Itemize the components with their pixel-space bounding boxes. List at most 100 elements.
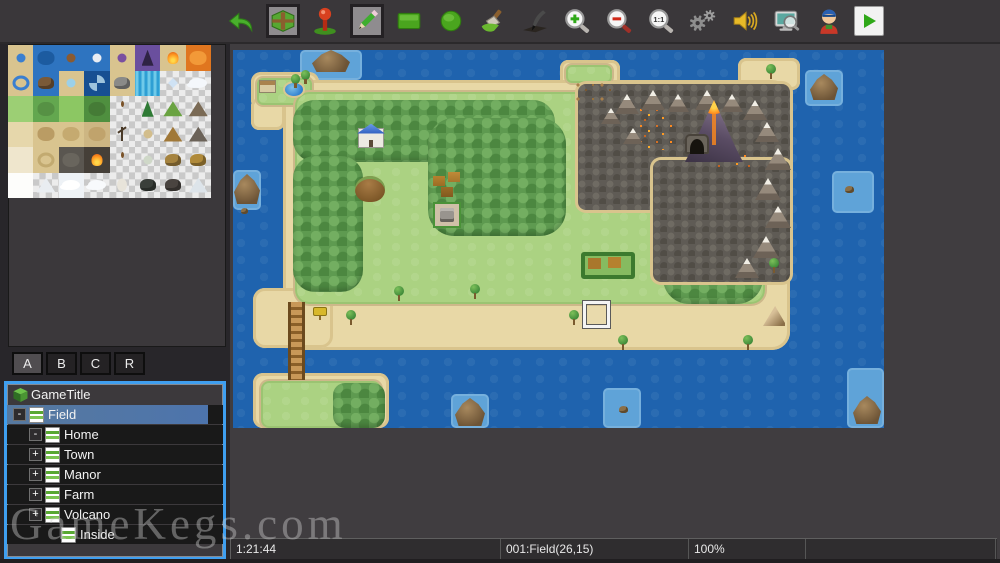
- palette-tile[interactable]: [84, 45, 110, 71]
- tree-item-gametitle[interactable]: GameTitle: [7, 385, 223, 404]
- expand-icon[interactable]: +: [29, 448, 42, 461]
- palette-tile[interactable]: [134, 96, 161, 122]
- palette-tile[interactable]: [84, 172, 110, 198]
- palette-tile[interactable]: [160, 70, 186, 96]
- palette-tile[interactable]: [134, 70, 161, 96]
- collapse-icon[interactable]: -: [29, 428, 42, 441]
- palette-tile[interactable]: [33, 172, 59, 198]
- palette-tile[interactable]: [134, 147, 161, 173]
- palette-tile[interactable]: [109, 70, 135, 96]
- map-sprite-cave: [685, 134, 709, 154]
- tree-item-town[interactable]: + Town: [7, 445, 223, 464]
- palette-tile[interactable]: [185, 96, 211, 122]
- palette-tile[interactable]: [8, 70, 34, 96]
- tree-item-field[interactable]: - Field: [7, 405, 223, 424]
- toolbar-button-zoom-in[interactable]: [560, 4, 594, 38]
- palette-tile[interactable]: [58, 172, 85, 198]
- tile-glyph-dot: [16, 53, 26, 63]
- palette-tile[interactable]: [58, 96, 85, 122]
- palette-tile[interactable]: [58, 45, 85, 71]
- palette-tile[interactable]: [160, 45, 186, 71]
- tile-palette[interactable]: [8, 45, 211, 198]
- palette-tab-b[interactable]: B: [46, 352, 77, 375]
- palette-tile[interactable]: [185, 147, 211, 173]
- palette-tile[interactable]: [8, 147, 34, 173]
- palette-tile[interactable]: [134, 121, 161, 147]
- palette-tile[interactable]: [84, 147, 110, 173]
- palette-tile[interactable]: [58, 147, 85, 173]
- toolbar-button-shadow-pen[interactable]: [518, 4, 552, 38]
- palette-tile[interactable]: [33, 96, 59, 122]
- expand-icon[interactable]: +: [29, 488, 42, 501]
- palette-tile[interactable]: [8, 172, 34, 198]
- palette-tile[interactable]: [109, 147, 135, 173]
- palette-tile[interactable]: [33, 45, 59, 71]
- tree-item-label: Town: [64, 447, 95, 462]
- tile-glyph-blob: [189, 50, 207, 65]
- toolbar-button-options[interactable]: [686, 4, 720, 38]
- undo-icon: [227, 8, 255, 34]
- toolbar-button-zoom-actual[interactable]: 1:1: [644, 4, 678, 38]
- map-file-icon: [45, 486, 60, 503]
- toolbar-button-event-mode[interactable]: [308, 4, 342, 38]
- palette-tile[interactable]: [84, 70, 110, 96]
- map-sprite-hut: [259, 80, 276, 93]
- palette-tile[interactable]: [109, 45, 135, 71]
- palette-tile[interactable]: [185, 172, 211, 198]
- palette-tile[interactable]: [160, 121, 186, 147]
- palette-tile[interactable]: [33, 121, 59, 147]
- palette-tile[interactable]: [109, 96, 135, 122]
- toolbar-button-flood-fill[interactable]: [476, 4, 510, 38]
- options-icon: [688, 8, 718, 34]
- toolbar-button-ellipse[interactable]: [434, 4, 468, 38]
- collapse-icon[interactable]: -: [13, 408, 26, 421]
- palette-tile[interactable]: [8, 45, 34, 71]
- main-toolbar: 1:1: [0, 0, 1000, 44]
- map-canvas[interactable]: [233, 50, 884, 428]
- toolbar-button-zoom-out[interactable]: [602, 4, 636, 38]
- palette-tile[interactable]: [58, 70, 85, 96]
- map-sprite-farm: [581, 252, 635, 279]
- palette-tile[interactable]: [185, 121, 211, 147]
- expand-icon[interactable]: +: [29, 508, 42, 521]
- palette-tile[interactable]: [33, 70, 59, 96]
- palette-tab-c[interactable]: C: [80, 352, 111, 375]
- palette-tab-a[interactable]: A: [12, 352, 43, 375]
- palette-tile[interactable]: [134, 45, 161, 71]
- toolbar-button-rectangle[interactable]: [392, 4, 426, 38]
- palette-tile[interactable]: [58, 121, 85, 147]
- palette-tile[interactable]: [160, 96, 186, 122]
- palette-tile[interactable]: [84, 121, 110, 147]
- toolbar-button-undo[interactable]: [224, 4, 258, 38]
- palette-tile[interactable]: [84, 96, 110, 122]
- palette-tab-r[interactable]: R: [114, 352, 145, 375]
- toolbar-button-play-test[interactable]: [854, 6, 884, 36]
- expand-icon[interactable]: +: [29, 468, 42, 481]
- tile-glyph-tri: [188, 126, 208, 142]
- toolbar-button-character-generator[interactable]: [812, 4, 846, 38]
- palette-tile[interactable]: [109, 172, 135, 198]
- palette-tile[interactable]: [134, 172, 161, 198]
- toolbar-button-map-mode[interactable]: [266, 4, 300, 38]
- map-tree-panel[interactable]: GameTitle - Field - Home + Town + Manor + Farm + Vol…: [4, 381, 226, 560]
- palette-tile[interactable]: [109, 121, 135, 147]
- palette-tile[interactable]: [185, 70, 211, 96]
- palette-tile[interactable]: [8, 121, 34, 147]
- toolbar-button-on-screen-find[interactable]: [770, 4, 804, 38]
- tile-glyph-blob: [37, 101, 55, 116]
- tree-item-farm[interactable]: + Farm: [7, 485, 223, 504]
- map-sprite-tree: [345, 310, 357, 325]
- palette-tile[interactable]: [185, 45, 211, 71]
- toolbar-button-pencil[interactable]: [350, 4, 384, 38]
- tile-glyph-blob: [88, 127, 106, 142]
- tile-glyph-egg: [117, 178, 128, 192]
- palette-tile[interactable]: [160, 147, 186, 173]
- toolbar-button-sound-test[interactable]: [728, 4, 762, 38]
- palette-tile[interactable]: [160, 172, 186, 198]
- tree-item-manor[interactable]: + Manor: [7, 465, 223, 484]
- tree-item-inside[interactable]: Inside: [7, 525, 223, 544]
- tree-item-home[interactable]: - Home: [7, 425, 223, 444]
- tree-item-volcano[interactable]: + Volcano: [7, 505, 223, 524]
- palette-tile[interactable]: [33, 147, 59, 173]
- palette-tile[interactable]: [8, 96, 34, 122]
